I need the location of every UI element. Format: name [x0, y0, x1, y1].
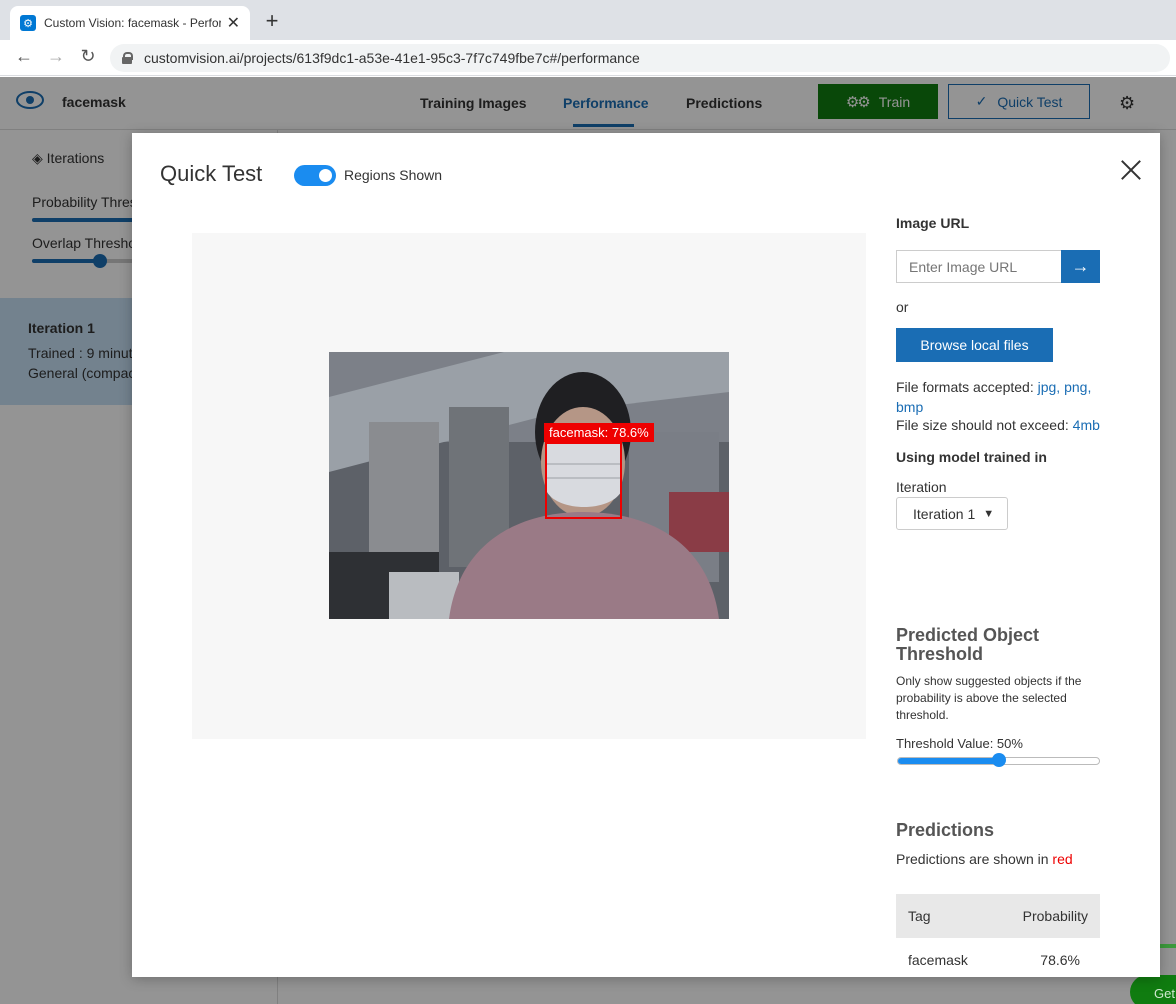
reload-icon[interactable]: ↻ [76, 46, 100, 67]
regions-shown-label: Regions Shown [344, 167, 443, 183]
forward-icon[interactable]: → [44, 46, 68, 67]
image-preview-area: facemask: 78.6% [192, 233, 866, 739]
new-tab-icon[interactable]: + [262, 8, 282, 34]
file-size-note: File size should not exceed: 4mb [896, 417, 1100, 433]
table-header: Tag Probability [896, 894, 1100, 938]
quick-test-dialog: Quick Test Regions Shown facemask: 78.6%… [132, 133, 1160, 977]
get-started-button[interactable]: Get [1130, 975, 1176, 1004]
file-formats-note: File formats accepted: jpg, png, bmp [896, 377, 1100, 417]
chevron-down-icon: ▼ [983, 507, 995, 520]
iteration-heading: Iteration [896, 479, 947, 495]
column-header-tag: Tag [908, 908, 931, 924]
corner-accent [1158, 944, 1176, 948]
threshold-description: Only show suggested objects if the proba… [896, 674, 1082, 722]
detection-label: facemask: 78.6% [544, 423, 654, 442]
threshold-slider-thumb[interactable] [991, 753, 1006, 767]
custom-vision-favicon-icon: ⚙ [20, 15, 36, 31]
table-row: facemask 78.6% [896, 938, 1100, 977]
browser-tabbar: ⚙ Custom Vision: facemask - Perfor ✕ + [0, 0, 1176, 40]
regions-shown-toggle[interactable] [294, 165, 336, 186]
iteration-selected: Iteration 1 [913, 505, 976, 522]
threshold-slider-fill [898, 758, 999, 764]
row-tag: facemask [908, 952, 968, 968]
predictions-title: Predictions [896, 820, 995, 840]
predictions-note-prefix: Predictions are shown in [896, 851, 1053, 867]
threshold-value-label: Threshold Value: 50% [896, 736, 1023, 751]
browse-local-files-button[interactable]: Browse local files [896, 328, 1053, 362]
predictions-note: Predictions are shown in red [896, 851, 1073, 867]
threshold-title: Predicted Object Threshold [896, 625, 1040, 664]
browser-tab[interactable]: ⚙ Custom Vision: facemask - Perfor ✕ [10, 6, 250, 40]
submit-url-button[interactable]: → [1061, 250, 1100, 283]
or-text: or [896, 299, 909, 315]
threshold-slider[interactable] [897, 753, 1100, 767]
url-bar[interactable]: customvision.ai/projects/613f9dc1-a53e-4… [110, 44, 1170, 72]
browse-label: Browse local files [920, 337, 1029, 353]
lock-icon [122, 52, 133, 64]
tab-close-icon[interactable]: ✕ [227, 13, 240, 33]
url-text: customvision.ai/projects/613f9dc1-a53e-4… [144, 50, 640, 66]
size-prefix: File size should not exceed: [896, 417, 1073, 433]
detection-box[interactable] [545, 442, 622, 519]
dialog-title: Quick Test [160, 161, 263, 186]
test-image: facemask: 78.6% [329, 352, 729, 619]
address-bar: ← → ↻ customvision.ai/projects/613f9dc1-… [0, 40, 1176, 76]
predictions-note-color: red [1052, 851, 1073, 867]
image-url-heading: Image URL [896, 215, 970, 231]
model-heading: Using model trained in [896, 449, 1047, 465]
row-probability: 78.6% [1040, 952, 1080, 968]
column-header-probability: Probability [1022, 908, 1088, 924]
back-icon[interactable]: ← [12, 46, 36, 67]
iteration-select[interactable]: Iteration 1 ▼ [896, 497, 1008, 530]
predictions-table: Tag Probability facemask 78.6% [896, 894, 1100, 977]
size-value: 4mb [1072, 417, 1100, 433]
right-panel: Image URL → or Browse local files File f… [896, 133, 1136, 977]
tab-title: Custom Vision: facemask - Perfor [44, 16, 221, 30]
arrow-right-icon: → [1071, 256, 1090, 276]
formats-prefix: File formats accepted: [896, 379, 1038, 395]
image-url-input[interactable] [896, 250, 1062, 283]
